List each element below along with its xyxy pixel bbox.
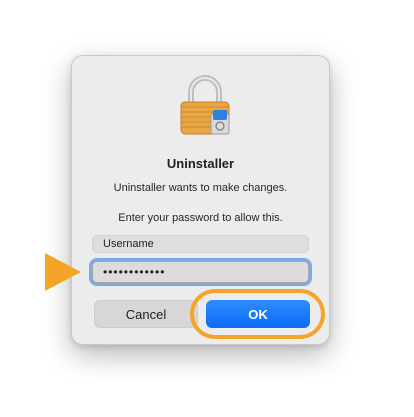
password-prompt: Enter your password to allow this. <box>118 212 283 224</box>
uninstaller-auth-dialog: Uninstaller Uninstaller wants to make ch… <box>71 55 330 345</box>
lock-icon <box>180 75 230 135</box>
password-field[interactable]: •••••••••••• <box>92 261 309 283</box>
cancel-button[interactable]: Cancel <box>94 300 198 328</box>
dialog-message: Uninstaller wants to make changes. <box>113 182 288 194</box>
pointer-arrow-icon <box>45 253 81 291</box>
dialog-title: Uninstaller <box>166 156 235 171</box>
ok-button[interactable]: OK <box>206 300 310 328</box>
username-field[interactable]: Username <box>92 235 309 253</box>
